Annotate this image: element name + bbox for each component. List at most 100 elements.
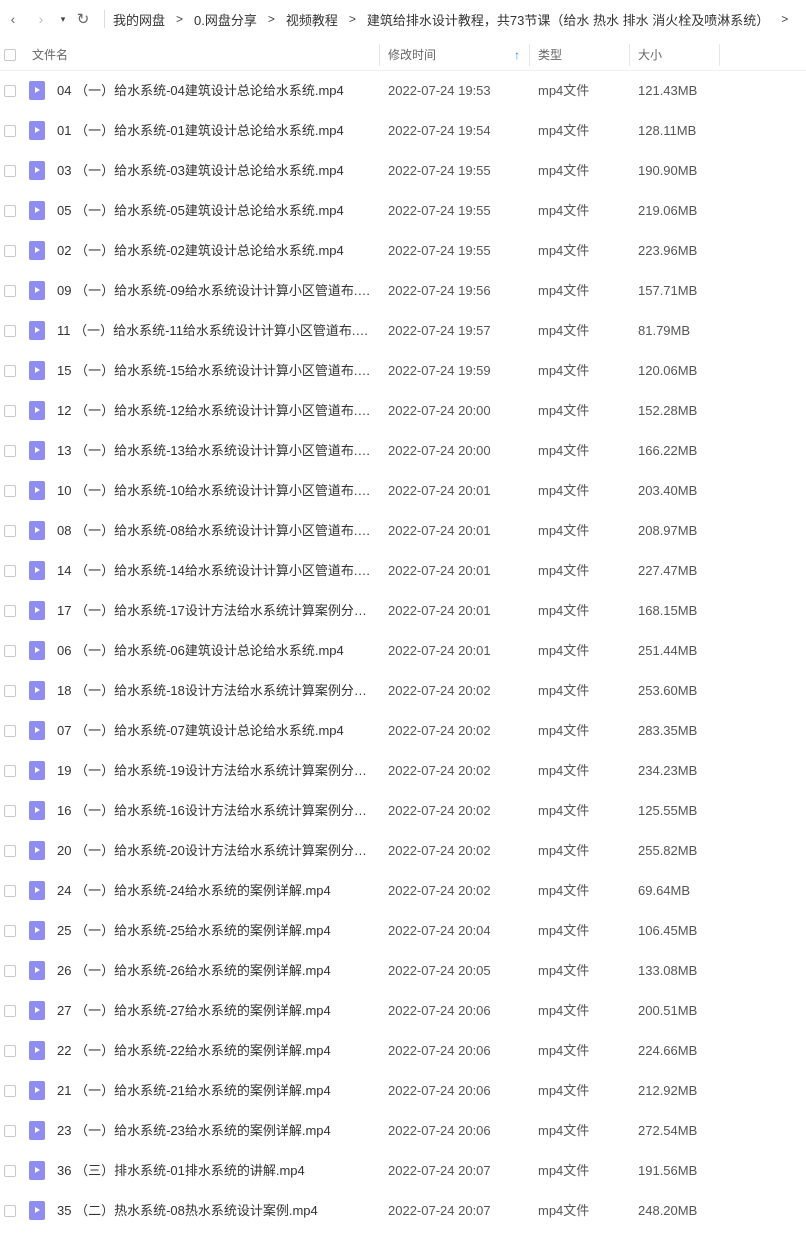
file-row[interactable]: 24 （一）给水系统-24给水系统的案例详解.mp4 2022-07-24 20:… <box>0 871 806 911</box>
row-checkbox[interactable] <box>4 1165 16 1177</box>
file-name[interactable]: 16 （一）给水系统-16设计方法给水系统计算案例分析.m... <box>57 791 373 831</box>
file-row[interactable]: 22 （一）给水系统-22给水系统的案例详解.mp4 2022-07-24 20:… <box>0 1031 806 1071</box>
row-checkbox[interactable] <box>4 845 16 857</box>
file-name[interactable]: 27 （一）给水系统-27给水系统的案例详解.mp4 <box>57 991 373 1031</box>
file-name[interactable]: 13 （一）给水系统-13给水系统设计计算小区管道布.mp4 <box>57 431 373 471</box>
file-name[interactable]: 10 （一）给水系统-10给水系统设计计算小区管道布.mp4 <box>57 471 373 511</box>
row-checkbox[interactable] <box>4 605 16 617</box>
breadcrumb-current[interactable]: 建筑给排水设计教程，共73节课（给水 热水 排水 消火栓及喷淋系统） <box>367 10 769 29</box>
file-row[interactable]: 35 （二）热水系统-08热水系统设计案例.mp4 2022-07-24 20:0… <box>0 1191 806 1231</box>
file-row[interactable]: 04 （一）给水系统-04建筑设计总论给水系统.mp4 2022-07-24 19… <box>0 71 806 111</box>
row-checkbox[interactable] <box>4 965 16 977</box>
file-name[interactable]: 36 （三）排水系统-01排水系统的讲解.mp4 <box>57 1151 373 1191</box>
file-row[interactable]: 13 （一）给水系统-13给水系统设计计算小区管道布.mp4 2022-07-24… <box>0 431 806 471</box>
row-checkbox[interactable] <box>4 85 16 97</box>
file-row[interactable]: 06 （一）给水系统-06建筑设计总论给水系统.mp4 2022-07-24 20… <box>0 631 806 671</box>
row-checkbox[interactable] <box>4 565 16 577</box>
sort-ascending-icon[interactable]: ↑ <box>514 40 520 70</box>
breadcrumb-item[interactable]: 视频教程 <box>286 10 338 29</box>
breadcrumb-expand-icon[interactable]: > <box>781 12 788 26</box>
row-checkbox[interactable] <box>4 725 16 737</box>
row-checkbox[interactable] <box>4 285 16 297</box>
back-icon[interactable]: ‹ <box>2 0 24 38</box>
file-name[interactable]: 24 （一）给水系统-24给水系统的案例详解.mp4 <box>57 871 373 911</box>
row-checkbox[interactable] <box>4 405 16 417</box>
file-row[interactable]: 12 （一）给水系统-12给水系统设计计算小区管道布.mp4 2022-07-24… <box>0 391 806 431</box>
file-row[interactable]: 18 （一）给水系统-18设计方法给水系统计算案例分析.m... 2022-07-… <box>0 671 806 711</box>
breadcrumb-item[interactable]: 我的网盘 <box>113 10 165 29</box>
row-checkbox[interactable] <box>4 125 16 137</box>
row-checkbox[interactable] <box>4 1045 16 1057</box>
breadcrumb-item[interactable]: 0.网盘分享 <box>194 10 257 29</box>
file-row[interactable]: 07 （一）给水系统-07建筑设计总论给水系统.mp4 2022-07-24 20… <box>0 711 806 751</box>
file-name[interactable]: 15 （一）给水系统-15给水系统设计计算小区管道布.mp4 <box>57 351 373 391</box>
row-checkbox[interactable] <box>4 645 16 657</box>
file-name[interactable]: 05 （一）给水系统-05建筑设计总论给水系统.mp4 <box>57 191 373 231</box>
column-header-time[interactable]: 修改时间 <box>388 40 436 70</box>
file-name[interactable]: 17 （一）给水系统-17设计方法给水系统计算案例分析.m... <box>57 591 373 631</box>
file-name[interactable]: 11 （一）给水系统-11给水系统设计计算小区管道布.mp4 <box>57 311 373 351</box>
file-row[interactable]: 03 （一）给水系统-03建筑设计总论给水系统.mp4 2022-07-24 19… <box>0 151 806 191</box>
row-checkbox[interactable] <box>4 485 16 497</box>
file-name[interactable]: 14 （一）给水系统-14给水系统设计计算小区管道布.mp4 <box>57 551 373 591</box>
file-row[interactable]: 05 （一）给水系统-05建筑设计总论给水系统.mp4 2022-07-24 19… <box>0 191 806 231</box>
file-row[interactable]: 16 （一）给水系统-16设计方法给水系统计算案例分析.m... 2022-07-… <box>0 791 806 831</box>
file-name[interactable]: 01 （一）给水系统-01建筑设计总论给水系统.mp4 <box>57 111 373 151</box>
file-name[interactable]: 19 （一）给水系统-19设计方法给水系统计算案例分析.m... <box>57 751 373 791</box>
row-checkbox[interactable] <box>4 805 16 817</box>
row-checkbox[interactable] <box>4 685 16 697</box>
row-checkbox[interactable] <box>4 765 16 777</box>
file-row[interactable]: 36 （三）排水系统-01排水系统的讲解.mp4 2022-07-24 20:07… <box>0 1151 806 1191</box>
file-name[interactable]: 23 （一）给水系统-23给水系统的案例详解.mp4 <box>57 1111 373 1151</box>
file-name[interactable]: 07 （一）给水系统-07建筑设计总论给水系统.mp4 <box>57 711 373 751</box>
row-checkbox[interactable] <box>4 445 16 457</box>
file-name[interactable]: 35 （二）热水系统-08热水系统设计案例.mp4 <box>57 1191 373 1231</box>
file-name[interactable]: 04 （一）给水系统-04建筑设计总论给水系统.mp4 <box>57 71 373 111</box>
file-name[interactable]: 08 （一）给水系统-08给水系统设计计算小区管道布.mp4 <box>57 511 373 551</box>
file-name[interactable]: 22 （一）给水系统-22给水系统的案例详解.mp4 <box>57 1031 373 1071</box>
file-row[interactable]: 27 （一）给水系统-27给水系统的案例详解.mp4 2022-07-24 20:… <box>0 991 806 1031</box>
file-name[interactable]: 06 （一）给水系统-06建筑设计总论给水系统.mp4 <box>57 631 373 671</box>
file-name[interactable]: 12 （一）给水系统-12给水系统设计计算小区管道布.mp4 <box>57 391 373 431</box>
file-name[interactable]: 18 （一）给水系统-18设计方法给水系统计算案例分析.m... <box>57 671 373 711</box>
select-all-checkbox[interactable] <box>4 49 16 61</box>
file-name[interactable]: 02 （一）给水系统-02建筑设计总论给水系统.mp4 <box>57 231 373 271</box>
file-row[interactable]: 15 （一）给水系统-15给水系统设计计算小区管道布.mp4 2022-07-24… <box>0 351 806 391</box>
file-row[interactable]: 01 （一）给水系统-01建筑设计总论给水系统.mp4 2022-07-24 19… <box>0 111 806 151</box>
file-name[interactable]: 21 （一）给水系统-21给水系统的案例详解.mp4 <box>57 1071 373 1111</box>
file-row[interactable]: 17 （一）给水系统-17设计方法给水系统计算案例分析.m... 2022-07-… <box>0 591 806 631</box>
file-row[interactable]: 25 （一）给水系统-25给水系统的案例详解.mp4 2022-07-24 20:… <box>0 911 806 951</box>
file-name[interactable]: 25 （一）给水系统-25给水系统的案例详解.mp4 <box>57 911 373 951</box>
row-checkbox[interactable] <box>4 525 16 537</box>
file-row[interactable]: 14 （一）给水系统-14给水系统设计计算小区管道布.mp4 2022-07-24… <box>0 551 806 591</box>
file-row[interactable]: 21 （一）给水系统-21给水系统的案例详解.mp4 2022-07-24 20:… <box>0 1071 806 1111</box>
row-checkbox[interactable] <box>4 205 16 217</box>
column-header-size[interactable]: 大小 <box>638 40 662 70</box>
row-checkbox[interactable] <box>4 245 16 257</box>
column-header-type[interactable]: 类型 <box>538 40 562 70</box>
row-checkbox[interactable] <box>4 1085 16 1097</box>
row-checkbox[interactable] <box>4 925 16 937</box>
row-checkbox[interactable] <box>4 1125 16 1137</box>
column-divider[interactable] <box>529 44 530 66</box>
file-name[interactable]: 26 （一）给水系统-26给水系统的案例详解.mp4 <box>57 951 373 991</box>
column-divider[interactable] <box>719 44 720 66</box>
file-row[interactable]: 09 （一）给水系统-09给水系统设计计算小区管道布.mp4 2022-07-24… <box>0 271 806 311</box>
refresh-icon[interactable]: ↻ <box>72 0 94 38</box>
file-row[interactable]: 08 （一）给水系统-08给水系统设计计算小区管道布.mp4 2022-07-24… <box>0 511 806 551</box>
row-checkbox[interactable] <box>4 365 16 377</box>
file-row[interactable]: 11 （一）给水系统-11给水系统设计计算小区管道布.mp4 2022-07-24… <box>0 311 806 351</box>
file-row[interactable]: 10 （一）给水系统-10给水系统设计计算小区管道布.mp4 2022-07-24… <box>0 471 806 511</box>
row-checkbox[interactable] <box>4 1205 16 1217</box>
file-row[interactable]: 26 （一）给水系统-26给水系统的案例详解.mp4 2022-07-24 20:… <box>0 951 806 991</box>
file-name[interactable]: 20 （一）给水系统-20设计方法给水系统计算案例分析.m... <box>57 831 373 871</box>
column-header-name[interactable]: 文件名 <box>32 40 68 70</box>
forward-icon[interactable]: › <box>30 0 52 38</box>
history-dropdown-icon[interactable]: ▾ <box>56 0 70 38</box>
row-checkbox[interactable] <box>4 165 16 177</box>
column-divider[interactable] <box>379 44 380 66</box>
row-checkbox[interactable] <box>4 1005 16 1017</box>
file-name[interactable]: 03 （一）给水系统-03建筑设计总论给水系统.mp4 <box>57 151 373 191</box>
file-row[interactable]: 23 （一）给水系统-23给水系统的案例详解.mp4 2022-07-24 20:… <box>0 1111 806 1151</box>
file-row[interactable]: 20 （一）给水系统-20设计方法给水系统计算案例分析.m... 2022-07-… <box>0 831 806 871</box>
